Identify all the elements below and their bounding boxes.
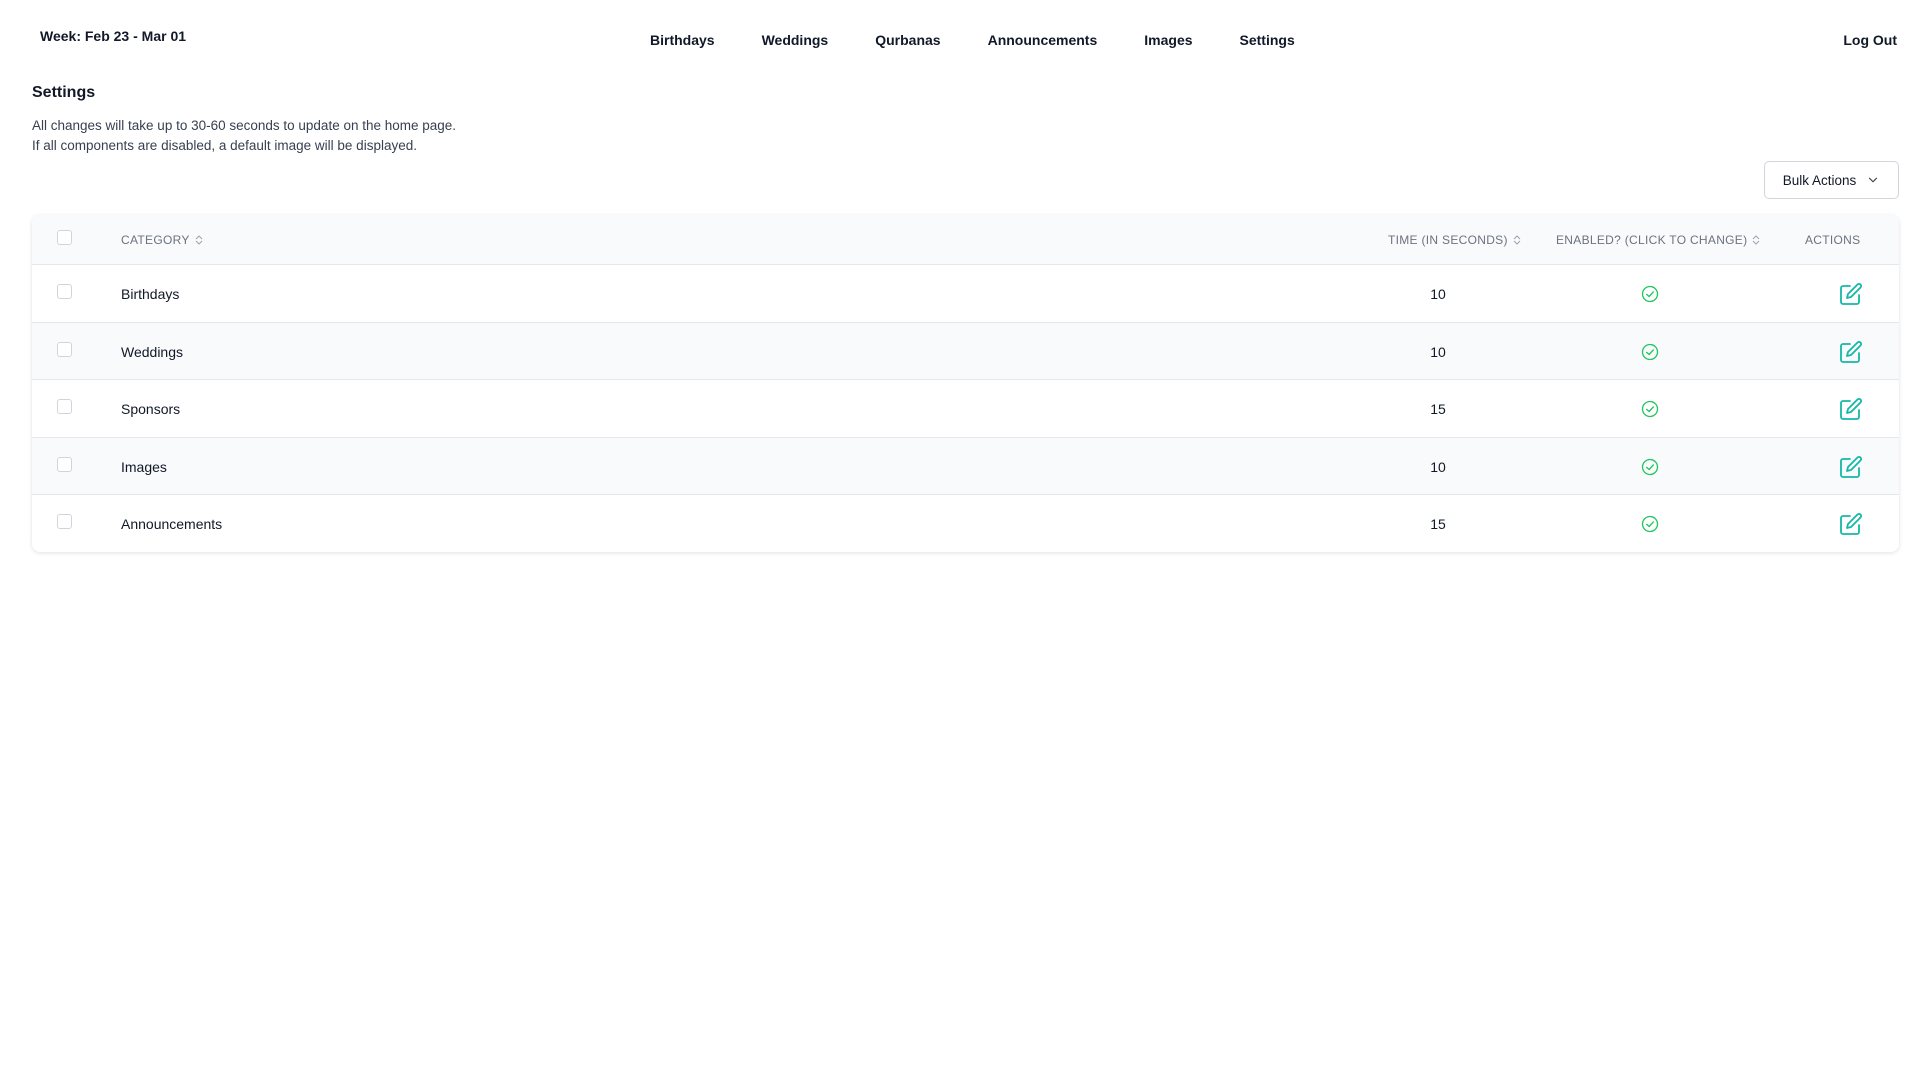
table-row: Weddings 10	[32, 322, 1899, 380]
column-header-time[interactable]: TIME (IN SECONDS)	[1388, 233, 1521, 247]
category-cell: Images	[121, 458, 167, 475]
bulk-actions-label: Bulk Actions	[1782, 172, 1857, 188]
sort-icon	[1513, 235, 1521, 245]
time-cell: 10	[1430, 286, 1446, 302]
page-notes: All changes will take up to 30-60 second…	[32, 116, 456, 156]
edit-icon[interactable]	[1839, 282, 1863, 306]
nav-links: Birthdays Weddings Qurbanas Announcement…	[650, 32, 1295, 48]
edit-icon[interactable]	[1839, 397, 1863, 421]
row-checkbox[interactable]	[57, 456, 72, 472]
check-circle-icon[interactable]	[1640, 457, 1660, 477]
table-row: Sponsors 15	[32, 380, 1899, 438]
check-circle-icon[interactable]	[1640, 342, 1660, 362]
select-all-checkbox[interactable]	[57, 230, 72, 245]
settings-table: CATEGORY TIME (IN SECONDS) ENABLED? (CLI…	[32, 215, 1899, 552]
sort-icon	[1753, 235, 1760, 245]
category-cell: Sponsors	[121, 401, 181, 417]
edit-icon[interactable]	[1839, 455, 1863, 479]
note-update-delay: All changes will take up to 30-60 second…	[32, 118, 457, 133]
time-cell: 10	[1430, 343, 1446, 360]
time-cell: 15	[1430, 401, 1446, 417]
row-checkbox[interactable]	[57, 341, 72, 357]
chevron-down-icon	[1869, 177, 1878, 183]
table-row: Images 10	[32, 437, 1899, 495]
nav-qurbanas[interactable]: Qurbanas	[875, 32, 940, 48]
note-default-image: If all components are disabled, a defaul…	[32, 138, 417, 153]
top-navigation: Week: Feb 23 - Mar 01 Birthdays Weddings…	[0, 0, 1919, 70]
column-header-category-label: CATEGORY	[121, 233, 190, 247]
page-title: Settings	[32, 84, 96, 101]
sort-icon	[195, 235, 202, 245]
column-header-enabled[interactable]: ENABLED? (CLICK TO CHANGE)	[1556, 233, 1760, 247]
nav-birthdays[interactable]: Birthdays	[650, 32, 715, 48]
nav-weddings[interactable]: Weddings	[762, 32, 829, 48]
nav-settings[interactable]: Settings	[1240, 32, 1295, 48]
column-header-category[interactable]: CATEGORY	[121, 233, 203, 247]
row-checkbox[interactable]	[57, 284, 72, 299]
check-circle-icon[interactable]	[1640, 399, 1660, 419]
category-cell: Announcements	[121, 516, 223, 532]
logout-link[interactable]: Log Out	[1843, 32, 1897, 48]
nav-announcements[interactable]: Announcements	[988, 32, 1098, 48]
table-header-row: CATEGORY TIME (IN SECONDS) ENABLED? (CLI…	[32, 215, 1899, 265]
nav-images[interactable]: Images	[1144, 32, 1192, 48]
column-header-time-label: TIME (IN SECONDS)	[1388, 233, 1508, 247]
time-cell: 10	[1430, 458, 1446, 475]
table-row: Announcements 15	[32, 495, 1899, 552]
bulk-actions-button[interactable]: Bulk Actions	[1764, 161, 1899, 199]
row-checkbox[interactable]	[57, 514, 72, 529]
table-row: Birthdays 10	[32, 265, 1899, 323]
check-circle-icon[interactable]	[1640, 514, 1660, 534]
edit-icon[interactable]	[1839, 340, 1863, 364]
week-label: Week: Feb 23 - Mar 01	[40, 28, 187, 44]
column-header-enabled-label: ENABLED? (CLICK TO CHANGE)	[1556, 233, 1748, 247]
row-checkbox[interactable]	[57, 399, 72, 414]
edit-icon[interactable]	[1839, 512, 1863, 536]
category-cell: Birthdays	[121, 286, 180, 302]
time-cell: 15	[1430, 516, 1446, 532]
column-header-actions: ACTIONS	[1805, 233, 1861, 247]
check-circle-icon[interactable]	[1640, 284, 1660, 304]
category-cell: Weddings	[121, 343, 184, 360]
